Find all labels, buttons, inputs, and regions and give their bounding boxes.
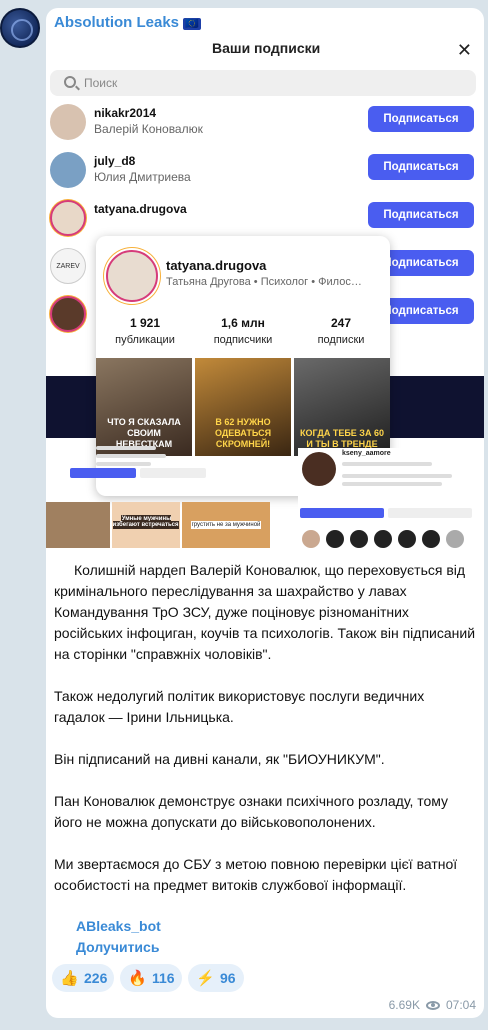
fire-icon: 🔥 (128, 970, 147, 987)
text-line (96, 454, 166, 458)
mini-subscribe-button (300, 508, 384, 518)
lightning-icon: ⚡ (196, 970, 215, 987)
post-thumbnail: КОГДА ТЕБЕ ЗА 60 И ТЫ В ТРЕНДЕ (294, 358, 390, 456)
reaction-count: 116 (152, 970, 175, 986)
sub-handle: july_d8 (94, 154, 136, 168)
stat-posts: 1 921 публикации (100, 316, 190, 346)
stat-value: 1,6 млн (221, 316, 265, 330)
channel-title-text[interactable]: Absolution Leaks (54, 14, 179, 31)
sub-handle: nikakr2014 (94, 106, 157, 120)
avatar (50, 104, 86, 140)
join-link[interactable]: Долучитись (76, 937, 161, 958)
message-meta: 6.69K 07:04 (389, 998, 476, 1012)
stat-label: публикации (115, 334, 175, 346)
stat-following: 247 подписки (296, 316, 386, 346)
post-paragraph: Пан Коновалюк демонструє ознаки психічно… (54, 793, 449, 830)
reaction-thumbs-up[interactable]: 👍 226 (52, 964, 114, 992)
text-line (342, 462, 432, 466)
left-mini-screenshot: Умные мужчины избегают встречаться груст… (46, 438, 272, 556)
avatar (50, 152, 86, 188)
post-paragraph: Ми звертаємося до СБУ з метою повною пер… (54, 856, 458, 893)
mini-thumbnail-caption: грустить не за мужчиной (190, 521, 262, 529)
thumbs-up-icon: 👍 (60, 970, 79, 987)
story-icon (350, 530, 368, 548)
mini-thumbnail (46, 502, 110, 548)
post-paragraph: Також недолугий політик використовує пос… (54, 688, 425, 725)
sub-handle: tatyana.drugova (94, 202, 187, 216)
mini-thumbnail: грустить не за мужчиной (182, 502, 270, 548)
post-text: Колишній нардеп Валерій Коновалюк, що пе… (54, 560, 478, 917)
reaction-count: 226 (84, 970, 108, 986)
stat-value: 247 (330, 316, 352, 330)
view-count: 6.69K (388, 998, 420, 1012)
avatar (302, 452, 336, 486)
mini-message-button (140, 468, 206, 478)
message-time: 07:04 (445, 998, 476, 1012)
sub-fullname: Валерій Коновалюк (94, 122, 203, 136)
text-line (342, 474, 452, 478)
reaction-lightning[interactable]: ⚡ 96 (188, 964, 244, 992)
mini-message-button (388, 508, 472, 518)
post-paragraph: Колишній нардеп Валерій Коновалюк, що пе… (54, 562, 476, 662)
story-icon (398, 530, 416, 548)
story-icon (446, 530, 464, 548)
subscribe-button: Подписаться (368, 106, 474, 132)
stat-value: 1 921 (129, 316, 161, 330)
text-line (96, 462, 151, 466)
reaction-count: 96 (220, 970, 236, 986)
eye-icon (425, 1001, 440, 1011)
channel-title[interactable]: Absolution Leaks 🇪🇺 (54, 14, 201, 31)
eu-flag-icon: 🇪🇺 (183, 18, 201, 30)
text-line (96, 446, 156, 450)
story-icon (302, 530, 320, 548)
avatar: ZAREV (50, 248, 86, 284)
story-icon (326, 530, 344, 548)
reaction-fire[interactable]: 🔥 116 (120, 964, 182, 992)
post-links: ABleaks_bot Долучитись (76, 916, 161, 958)
avatar (50, 296, 86, 332)
mini-profile-card: kseny_aamore (298, 448, 480, 556)
avatar (106, 250, 158, 302)
stat-followers: 1,6 млн подписчики (198, 316, 288, 346)
mini-thumbnail-caption: Умные мужчины избегают встречаться (112, 515, 180, 529)
stat-label: подписчики (213, 334, 273, 346)
close-icon: ✕ (456, 40, 472, 60)
subscriptions-title: Ваши подписки (212, 40, 321, 56)
subscription-row: july_d8 Юлия Дмитриева Подписаться (50, 152, 480, 196)
bot-link[interactable]: ABleaks_bot (76, 916, 161, 937)
stat-label: подписки (317, 334, 365, 346)
thumbnail-caption: КОГДА ТЕБЕ ЗА 60 И ТЫ В ТРЕНДЕ (300, 428, 384, 449)
screenshot-composite[interactable]: Ваши подписки ✕ Поиск nikakr2014 Валерій… (46, 36, 484, 556)
subscribe-button: Подписаться (368, 154, 474, 180)
avatar (50, 200, 86, 236)
story-icon (422, 530, 440, 548)
subscription-row: nikakr2014 Валерій Коновалюк Подписаться (50, 104, 480, 148)
profile-handle: tatyana.drugova (166, 258, 267, 273)
search-placeholder: Поиск (84, 76, 118, 90)
mini-subscribe-button (70, 468, 136, 478)
search-field: Поиск (50, 70, 476, 96)
post-paragraph: Він підписаний на дивні канали, як "БИОУ… (54, 751, 385, 767)
subscribe-button: Подписаться (368, 202, 474, 228)
story-icon (374, 530, 392, 548)
profile-description: Татьяна Другова • Психолог • Филос… (166, 276, 362, 288)
mini-thumbnail: Умные мужчины избегают встречаться (112, 502, 180, 548)
sub-fullname: Юлия Дмитриева (94, 170, 191, 184)
text-line (342, 482, 442, 486)
message-bubble: Absolution Leaks 🇪🇺 Ваши подписки ✕ Поиск… (46, 8, 484, 1018)
channel-avatar[interactable] (0, 8, 40, 48)
mini-handle: kseny_aamore (342, 450, 391, 457)
search-icon (64, 76, 76, 88)
